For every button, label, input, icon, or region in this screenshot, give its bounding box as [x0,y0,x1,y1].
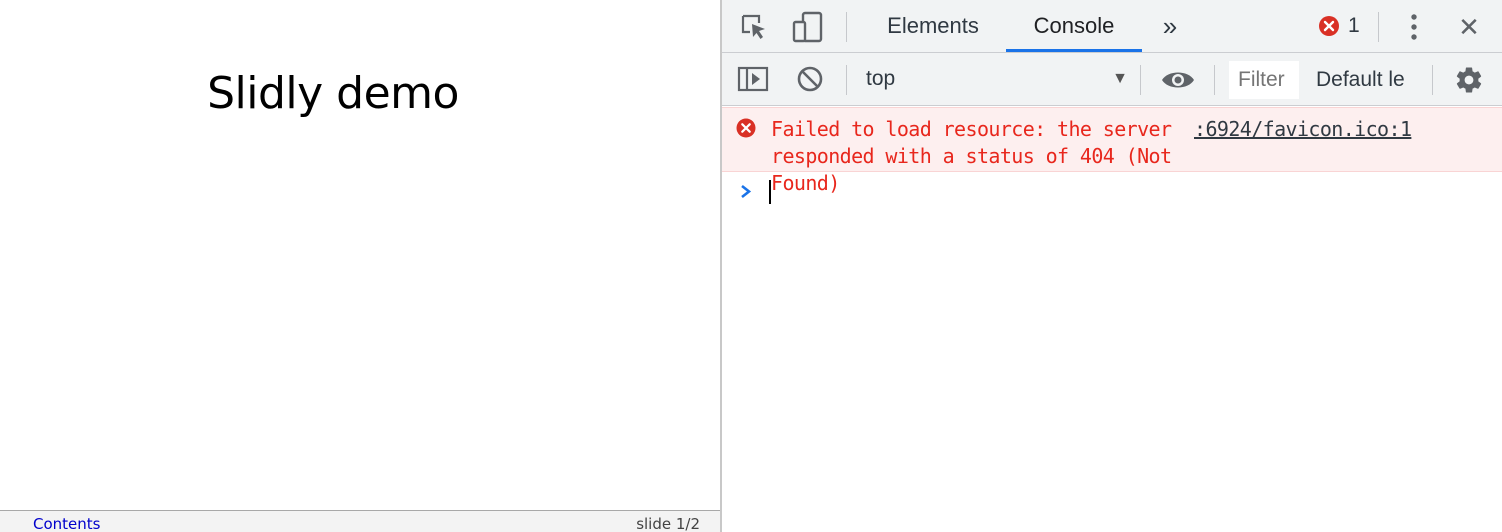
context-value: top [866,67,896,90]
log-levels-dropdown[interactable]: Default le [1316,61,1426,99]
slide-footer: Contents slide 1/2 [0,510,720,532]
inspect-element-icon[interactable] [736,10,772,44]
more-options-icon[interactable] [1398,10,1430,44]
tab-console[interactable]: Console [1006,0,1142,52]
slide-number: slide 1/2 [636,515,700,532]
devtools-tabbar: Elements Console » 1 ✕ [722,0,1502,53]
settings-gear-icon[interactable] [1452,63,1486,97]
toolbar-separator [846,65,847,95]
console-input[interactable] [769,178,1469,206]
more-tabs-button[interactable]: » [1152,0,1188,52]
app-window: Slidly demo Contents slide 1/2 Elements … [0,0,1502,532]
error-icon [736,118,756,138]
contents-link[interactable]: Contents [33,515,100,532]
devtools-panel: Elements Console » 1 ✕ top ▼ Filter Defa… [722,0,1502,532]
text-caret [769,180,771,204]
error-counter[interactable]: 1 [1318,12,1360,40]
filter-input[interactable] [1229,61,1299,99]
console-prompt [722,172,1502,212]
console-sidebar-icon[interactable] [736,64,770,94]
device-toolbar-icon[interactable] [788,9,828,45]
error-icon [1319,16,1339,36]
toolbar-separator [846,12,847,42]
live-expression-icon[interactable] [1158,65,1198,95]
console-error-message: Failed to load resource: the server resp… [722,107,1502,195]
toolbar-separator [1378,12,1379,42]
prompt-chevron-icon [741,184,752,199]
dropdown-arrow-icon: ▼ [1112,70,1128,87]
toolbar-separator [1140,65,1141,95]
toolbar-separator [1432,65,1433,95]
toolbar-separator [1214,65,1215,95]
console-toolbar: top ▼ Default le [722,53,1502,106]
slide-page: Slidly demo Contents slide 1/2 [0,0,720,532]
slide-title: Slidly demo [207,68,459,119]
clear-console-icon[interactable] [794,64,826,94]
error-count: 1 [1348,14,1360,37]
context-selector[interactable]: top ▼ [856,61,1136,97]
error-source-link[interactable]: :6924/favicon.ico:1 [1194,116,1412,143]
tab-elements[interactable]: Elements [868,0,998,52]
close-devtools-icon[interactable]: ✕ [1452,10,1486,44]
